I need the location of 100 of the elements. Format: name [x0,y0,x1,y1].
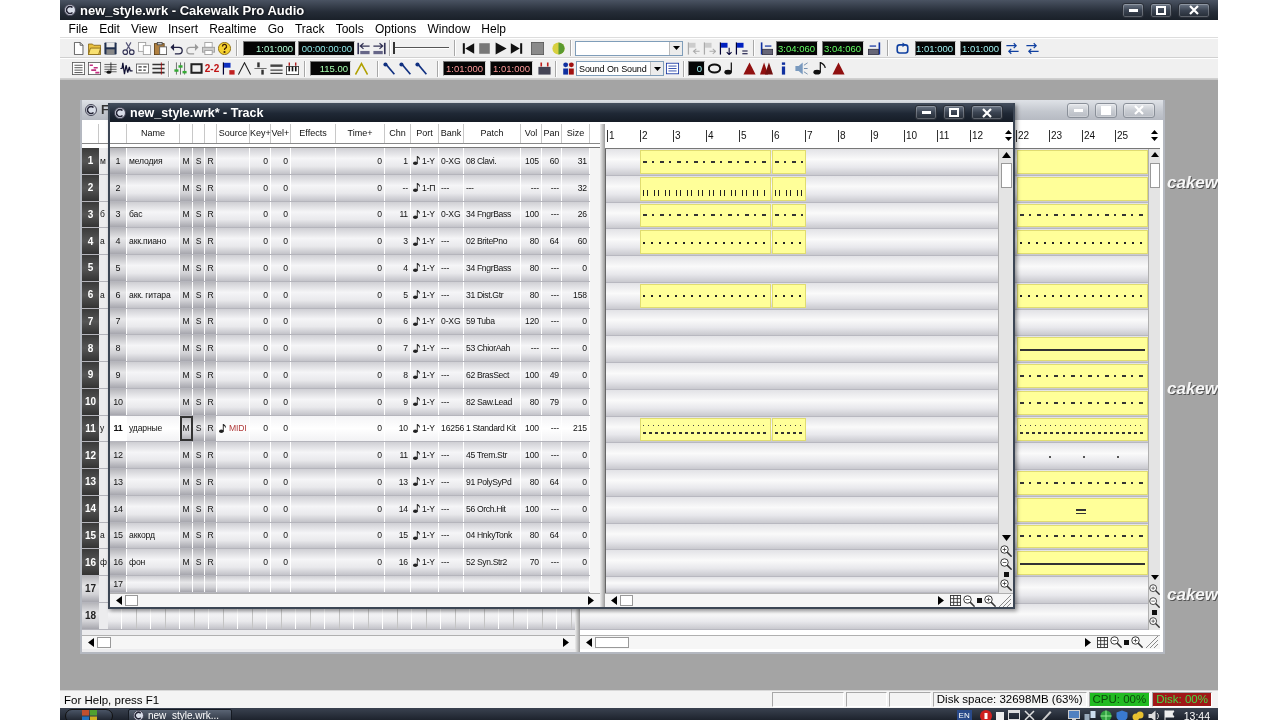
midi-clip[interactable] [772,203,806,228]
midi-clip[interactable] [772,417,806,442]
column-header[interactable]: Key+ [250,124,271,143]
midi-clip[interactable] [772,230,806,254]
lines-icon[interactable] [269,62,283,75]
square-icon[interactable] [995,711,1004,720]
record-arm-button[interactable]: R [205,255,217,281]
scrollbar-thumb[interactable] [125,595,138,606]
scroll-up-icon[interactable] [1150,129,1158,134]
triangle-icon[interactable] [831,62,845,75]
punch-out-field[interactable]: 1:01:000 [490,61,533,76]
menu-item[interactable]: Edit [93,21,126,36]
flag-icon[interactable] [221,62,235,75]
scrollbar-thumb[interactable] [1149,163,1160,188]
loop-start-field[interactable]: 1:01:000 [915,40,956,56]
track-number[interactable]: 14 [82,495,99,522]
minimize-button[interactable] [1122,2,1144,18]
midi-clip[interactable] [772,283,806,308]
scroll-down-icon[interactable] [1150,136,1158,141]
scrollbar-thumb[interactable] [595,636,629,648]
solo-button[interactable]: S [193,201,205,228]
bars-icon[interactable] [253,62,267,75]
cross-icon[interactable] [1023,709,1036,720]
column-header[interactable]: Bank [439,124,464,143]
menu-item[interactable]: Window [421,21,476,36]
track-row[interactable]: 16 фон M S R 0 0 0 16 1-Y --- 52 Syn.Str2 70 --- 0 [110,549,590,576]
now-time-field[interactable]: 1:01:000 [243,40,296,56]
globe-icon[interactable] [1099,709,1112,720]
track-number[interactable]: 11 [82,415,99,442]
track-number[interactable]: 1 [82,148,99,174]
scroll-up-icon[interactable] [1001,152,1011,158]
scroll-right-icon[interactable] [938,596,944,605]
scroll-right-icon[interactable] [588,596,594,605]
zoom-out-icon[interactable] [1000,558,1012,570]
solo-button[interactable]: S [193,148,205,174]
flag-icon[interactable] [1163,709,1176,720]
piano-roll-icon[interactable] [87,62,101,75]
record-mode-dropdown[interactable]: Sound On Sound [576,61,664,76]
menu-item[interactable]: File [63,21,94,36]
mute-button[interactable]: M [180,255,193,281]
speaker-icon[interactable] [1147,709,1160,720]
scroll-up-icon[interactable] [1150,152,1159,157]
people-icon[interactable] [561,62,575,75]
triangles-icon[interactable] [759,62,773,75]
go-to-end-icon[interactable] [509,41,523,55]
scroll-right-icon[interactable] [563,637,569,647]
close-button[interactable] [1178,2,1210,18]
menu-item[interactable]: Tools [330,21,370,36]
arrow-left-bar-icon[interactable] [356,41,370,55]
solo-button[interactable]: S [193,522,205,549]
zoom-in-icon[interactable] [1149,583,1160,595]
block-icon[interactable] [537,62,551,75]
record-arm-button[interactable]: R [205,469,217,495]
zoom-handle-icon[interactable] [1003,572,1009,577]
marker-dropdown[interactable] [575,40,683,56]
track-number[interactable]: 7 [82,308,99,335]
solo-button[interactable]: S [193,174,205,201]
zoom-handle-icon[interactable] [1152,609,1157,615]
midi-clip[interactable] [772,176,806,201]
scroll-left-icon[interactable] [116,596,122,605]
flag-icon[interactable] [734,41,748,55]
track-number[interactable]: 4 [82,228,99,254]
loop-icon[interactable] [895,41,909,55]
track-number[interactable]: 15 [82,522,99,549]
mute-button[interactable]: M [180,362,193,388]
mute-button[interactable]: M [180,201,193,228]
step-value-field[interactable]: 0 [688,61,705,76]
record-arm-button[interactable]: R [205,388,217,415]
taskbar-button[interactable]: new_style.wrk... [128,708,232,720]
track-number[interactable]: 2 [82,174,99,201]
track-number[interactable]: 3 [82,201,99,228]
mute-button[interactable]: M [180,549,193,575]
solo-button[interactable]: S [193,228,205,254]
flag-down-icon[interactable] [718,41,732,55]
menu-item[interactable]: Insert [162,21,204,36]
play-icon[interactable] [493,41,507,55]
zoom-handle-icon[interactable] [1124,639,1129,645]
scroll-left-icon[interactable] [88,637,94,647]
zoom-in-icon[interactable] [1149,616,1160,628]
scroll-down-icon[interactable] [1150,574,1159,580]
scroll-left-icon[interactable] [586,637,592,647]
track-row[interactable]: 15 аккорд M S R 0 0 0 15 1-Y --- 04 HnkyTonk 80 64 0 [110,522,590,550]
zoom-out-icon[interactable] [963,594,975,607]
record-arm-button[interactable]: R [205,549,217,575]
scroll-down-icon[interactable] [1001,535,1011,541]
column-header[interactable]: Vol [521,124,542,143]
solo-button[interactable]: S [193,255,205,281]
track-row[interactable]: 1 мелодия M S R 0 0 0 1 1-Y 0-XG 08 Clavi. 105 60 31 [110,148,590,175]
record-arm-button[interactable]: R [205,228,217,254]
list-icon[interactable] [665,62,679,75]
mute-button[interactable]: M [180,522,193,549]
menu-item[interactable]: Help [475,21,512,36]
record-arm-button[interactable]: R [205,495,217,522]
resize-grip-icon[interactable] [1146,636,1158,648]
track-row[interactable]: 5 M S R 0 0 0 4 1-Y --- 34 FngrBass 80 --- 0 [110,255,590,282]
list-icon[interactable] [71,62,85,75]
minimize-button[interactable] [915,105,937,120]
slash-icon[interactable] [414,62,428,75]
slash-icon[interactable] [398,62,412,75]
lines-icon[interactable] [151,62,165,75]
